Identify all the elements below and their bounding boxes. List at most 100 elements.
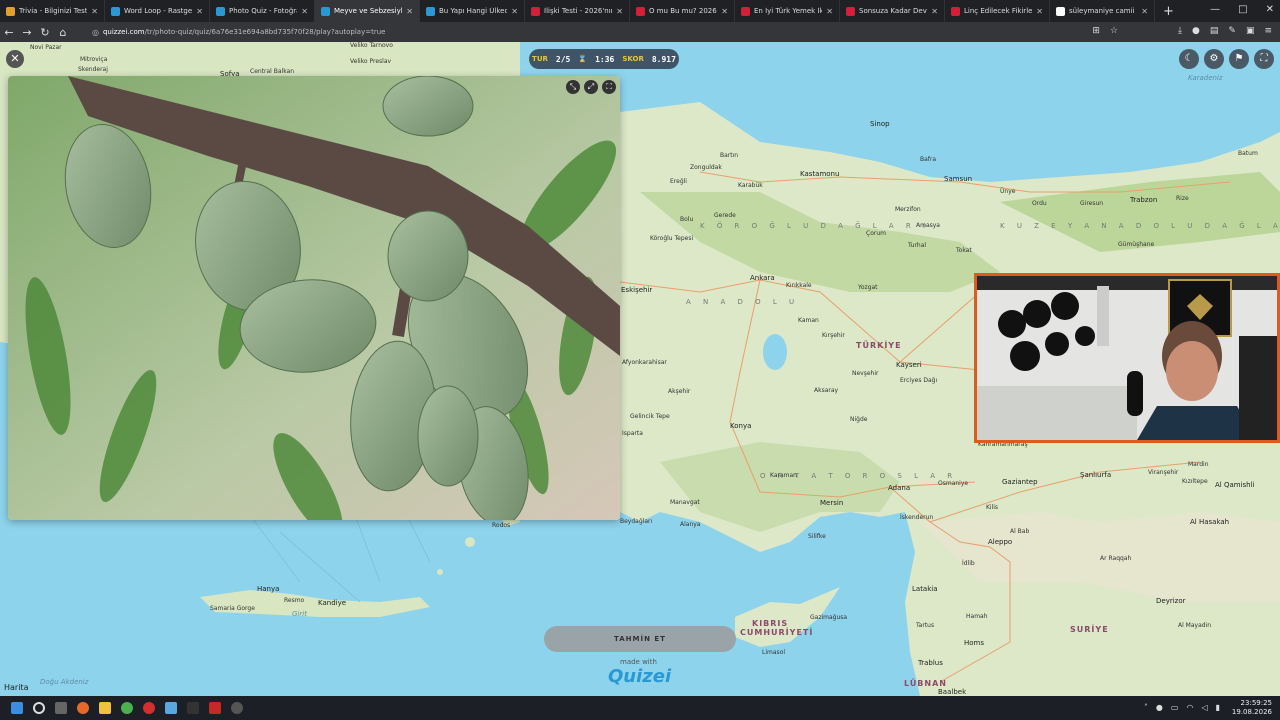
download-icon[interactable]: ⤓	[1178, 26, 1182, 36]
tab-close-icon[interactable]: ✕	[91, 7, 98, 16]
chevron-up-icon[interactable]: ˄	[1144, 703, 1148, 712]
map-label-alanya: Alanya	[680, 521, 701, 528]
search-icon[interactable]	[33, 702, 45, 714]
network-icon[interactable]: ◠	[1186, 703, 1193, 712]
back-arrow-icon[interactable]: ←	[0, 26, 18, 39]
home-icon[interactable]: ⌂	[54, 26, 72, 39]
map-label-kilis: Kilis	[986, 504, 999, 511]
menu-icon[interactable]: ≡	[1264, 26, 1272, 36]
tab-favicon-icon	[531, 6, 540, 16]
settings-gear-icon[interactable]: ⚙	[1204, 49, 1224, 69]
map-label-baalbek: Baalbek	[938, 688, 967, 696]
map-label-rodos: Rodos	[492, 522, 511, 529]
window-controls: — □ ✕	[1210, 4, 1274, 15]
browser-tab[interactable]: Trivia - Bilginizi Test Edin - Q✕	[0, 0, 105, 22]
browser-tab[interactable]: Linç Edilecek Fikirlerden Han✕	[945, 0, 1050, 22]
map-label-aleppo: Aleppo	[988, 538, 1013, 546]
tab-close-icon[interactable]: ✕	[1036, 7, 1043, 16]
map-label-cumhuriyeti: CUMHURİYETİ	[740, 628, 814, 637]
chrome-icon[interactable]	[121, 702, 133, 714]
install-icon[interactable]: ⊞	[1092, 26, 1100, 36]
game-hud: TUR 2/5 ⌛ 1:36 SKOR 8.917	[529, 49, 679, 69]
file-explorer-icon[interactable]	[99, 702, 111, 714]
map-label-eskisehir: Eskişehir	[621, 286, 653, 294]
firefox-icon[interactable]	[77, 702, 89, 714]
map-label-corum: Çorum	[866, 230, 886, 237]
forward-arrow-icon[interactable]: →	[18, 26, 36, 39]
map-label-idlib: İdlib	[962, 560, 975, 567]
flag-icon[interactable]: ⚑	[1229, 49, 1249, 69]
sidebar-icon[interactable]: ▤	[1210, 26, 1219, 36]
close-window-icon[interactable]: ✕	[1266, 4, 1274, 15]
guess-button[interactable]: TAHMİN ET	[544, 626, 736, 652]
map-label-adana: Adana	[888, 484, 911, 492]
obs-icon[interactable]	[231, 702, 243, 714]
site-info-icon[interactable]: ◎	[92, 28, 99, 37]
reload-icon[interactable]: ↻	[36, 26, 54, 39]
stream-app-icon[interactable]	[209, 702, 221, 714]
minimize-icon[interactable]: —	[1210, 4, 1220, 15]
profile-icon[interactable]: ●	[1192, 26, 1200, 36]
tab-title: Word Loop - Rastgele - Quiz	[124, 7, 193, 15]
tab-close-icon[interactable]: ✕	[196, 7, 203, 16]
browser-tab[interactable]: Photo Quiz - Fotoğrafın tarih ✕	[210, 0, 315, 22]
notepad-icon[interactable]	[165, 702, 177, 714]
map-label-anatolu: A N A D O L U	[686, 298, 800, 306]
map-label-mitrovica: Mitroviça	[80, 56, 108, 63]
browser-tab[interactable]: Meyve ve Sebzesiyle Meşhur ✕	[315, 0, 420, 22]
map-label-iskenderun: İskenderun	[900, 514, 934, 521]
expand-icon[interactable]: ⤢	[584, 80, 598, 94]
clock-time: 23:59:25	[1240, 699, 1272, 707]
opera-icon[interactable]	[143, 702, 155, 714]
browser-tab[interactable]: En İyi Türk Yemek İkilisi Hang ✕	[735, 0, 840, 22]
close-button[interactable]: ✕	[6, 50, 24, 68]
dark-mode-icon[interactable]: ☾	[1179, 49, 1199, 69]
tab-close-icon[interactable]: ✕	[406, 7, 413, 16]
map-label-mardin: Mardin	[1188, 461, 1209, 468]
map-label-yozgat: Yozgat	[858, 284, 878, 291]
browser-tab[interactable]: İlişki Testi - 2026'nın En Viral✕	[525, 0, 630, 22]
tab-close-icon[interactable]: ✕	[511, 7, 518, 16]
extensions-icon[interactable]: ✎	[1228, 26, 1236, 36]
tab-close-icon[interactable]: ✕	[1141, 7, 1148, 16]
terminal-icon[interactable]	[187, 702, 199, 714]
maximize-icon[interactable]: □	[1238, 4, 1247, 15]
bookmark-star-icon[interactable]: ☆	[1110, 26, 1118, 36]
tab-close-icon[interactable]: ✕	[931, 7, 938, 16]
map-label-latakia: Latakia	[912, 585, 938, 593]
fullscreen-icon[interactable]: ⛶	[602, 80, 616, 94]
task-view-icon[interactable]	[55, 702, 67, 714]
split-icon[interactable]: ▣	[1246, 26, 1255, 36]
mic-icon[interactable]: ●	[1156, 703, 1163, 712]
map-label-rize: Rize	[1176, 195, 1189, 202]
browser-tab[interactable]: Word Loop - Rastgele - Quiz✕	[105, 0, 210, 22]
map-label-manavgat: Manavgat	[670, 499, 700, 506]
tab-close-icon[interactable]: ✕	[301, 7, 308, 16]
top-right-controls: ☾ ⚙ ⚑ ⛶	[1179, 49, 1274, 69]
map-label-karadeniz: Karadeniz	[1188, 74, 1223, 82]
map-label-viransehir: Viranşehir	[1148, 469, 1179, 476]
fullscreen-map-icon[interactable]: ⛶	[1254, 49, 1274, 69]
tab-close-icon[interactable]: ✕	[616, 7, 623, 16]
quizei-logo[interactable]: Quizei	[608, 666, 671, 687]
tab-title: Meyve ve Sebzesiyle Meşhur	[334, 7, 402, 15]
tab-close-icon[interactable]: ✕	[721, 7, 728, 16]
volume-icon[interactable]: ◁	[1201, 703, 1207, 712]
tab-favicon-icon	[426, 6, 435, 16]
map-label-deyrizor: Deyrizor	[1156, 597, 1186, 605]
clock[interactable]: 23:59:25 19.08.2026	[1232, 699, 1272, 717]
display-icon[interactable]: ▭	[1171, 703, 1179, 712]
battery-icon[interactable]: ▮	[1216, 703, 1220, 712]
new-tab-button[interactable]: +	[1155, 4, 1182, 19]
browser-tab[interactable]: Bu Yapı Hangi Ülkede? - Pho ✕	[420, 0, 525, 22]
map-label-nigde: Niğde	[850, 416, 868, 423]
browser-tab[interactable]: süleymaniye camii - Google ✕	[1050, 0, 1155, 22]
url-path: /tr/photo-quiz/quiz/6a76e31e694a8bd735f7…	[144, 28, 386, 36]
browser-tab[interactable]: Sonsuza Kadar Devam Edece ✕	[840, 0, 945, 22]
map-label-silifke: Silifke	[808, 533, 826, 540]
tab-close-icon[interactable]: ✕	[826, 7, 833, 16]
browser-tab[interactable]: O mu Bu mu? 2026 — Sevgi ✕	[630, 0, 735, 22]
windows-start-icon[interactable]	[11, 702, 23, 714]
url-field[interactable]: ◎ quizzei.com/tr/photo-quiz/quiz/6a76e31…	[92, 28, 385, 37]
collapse-icon[interactable]: ⤡	[566, 80, 580, 94]
